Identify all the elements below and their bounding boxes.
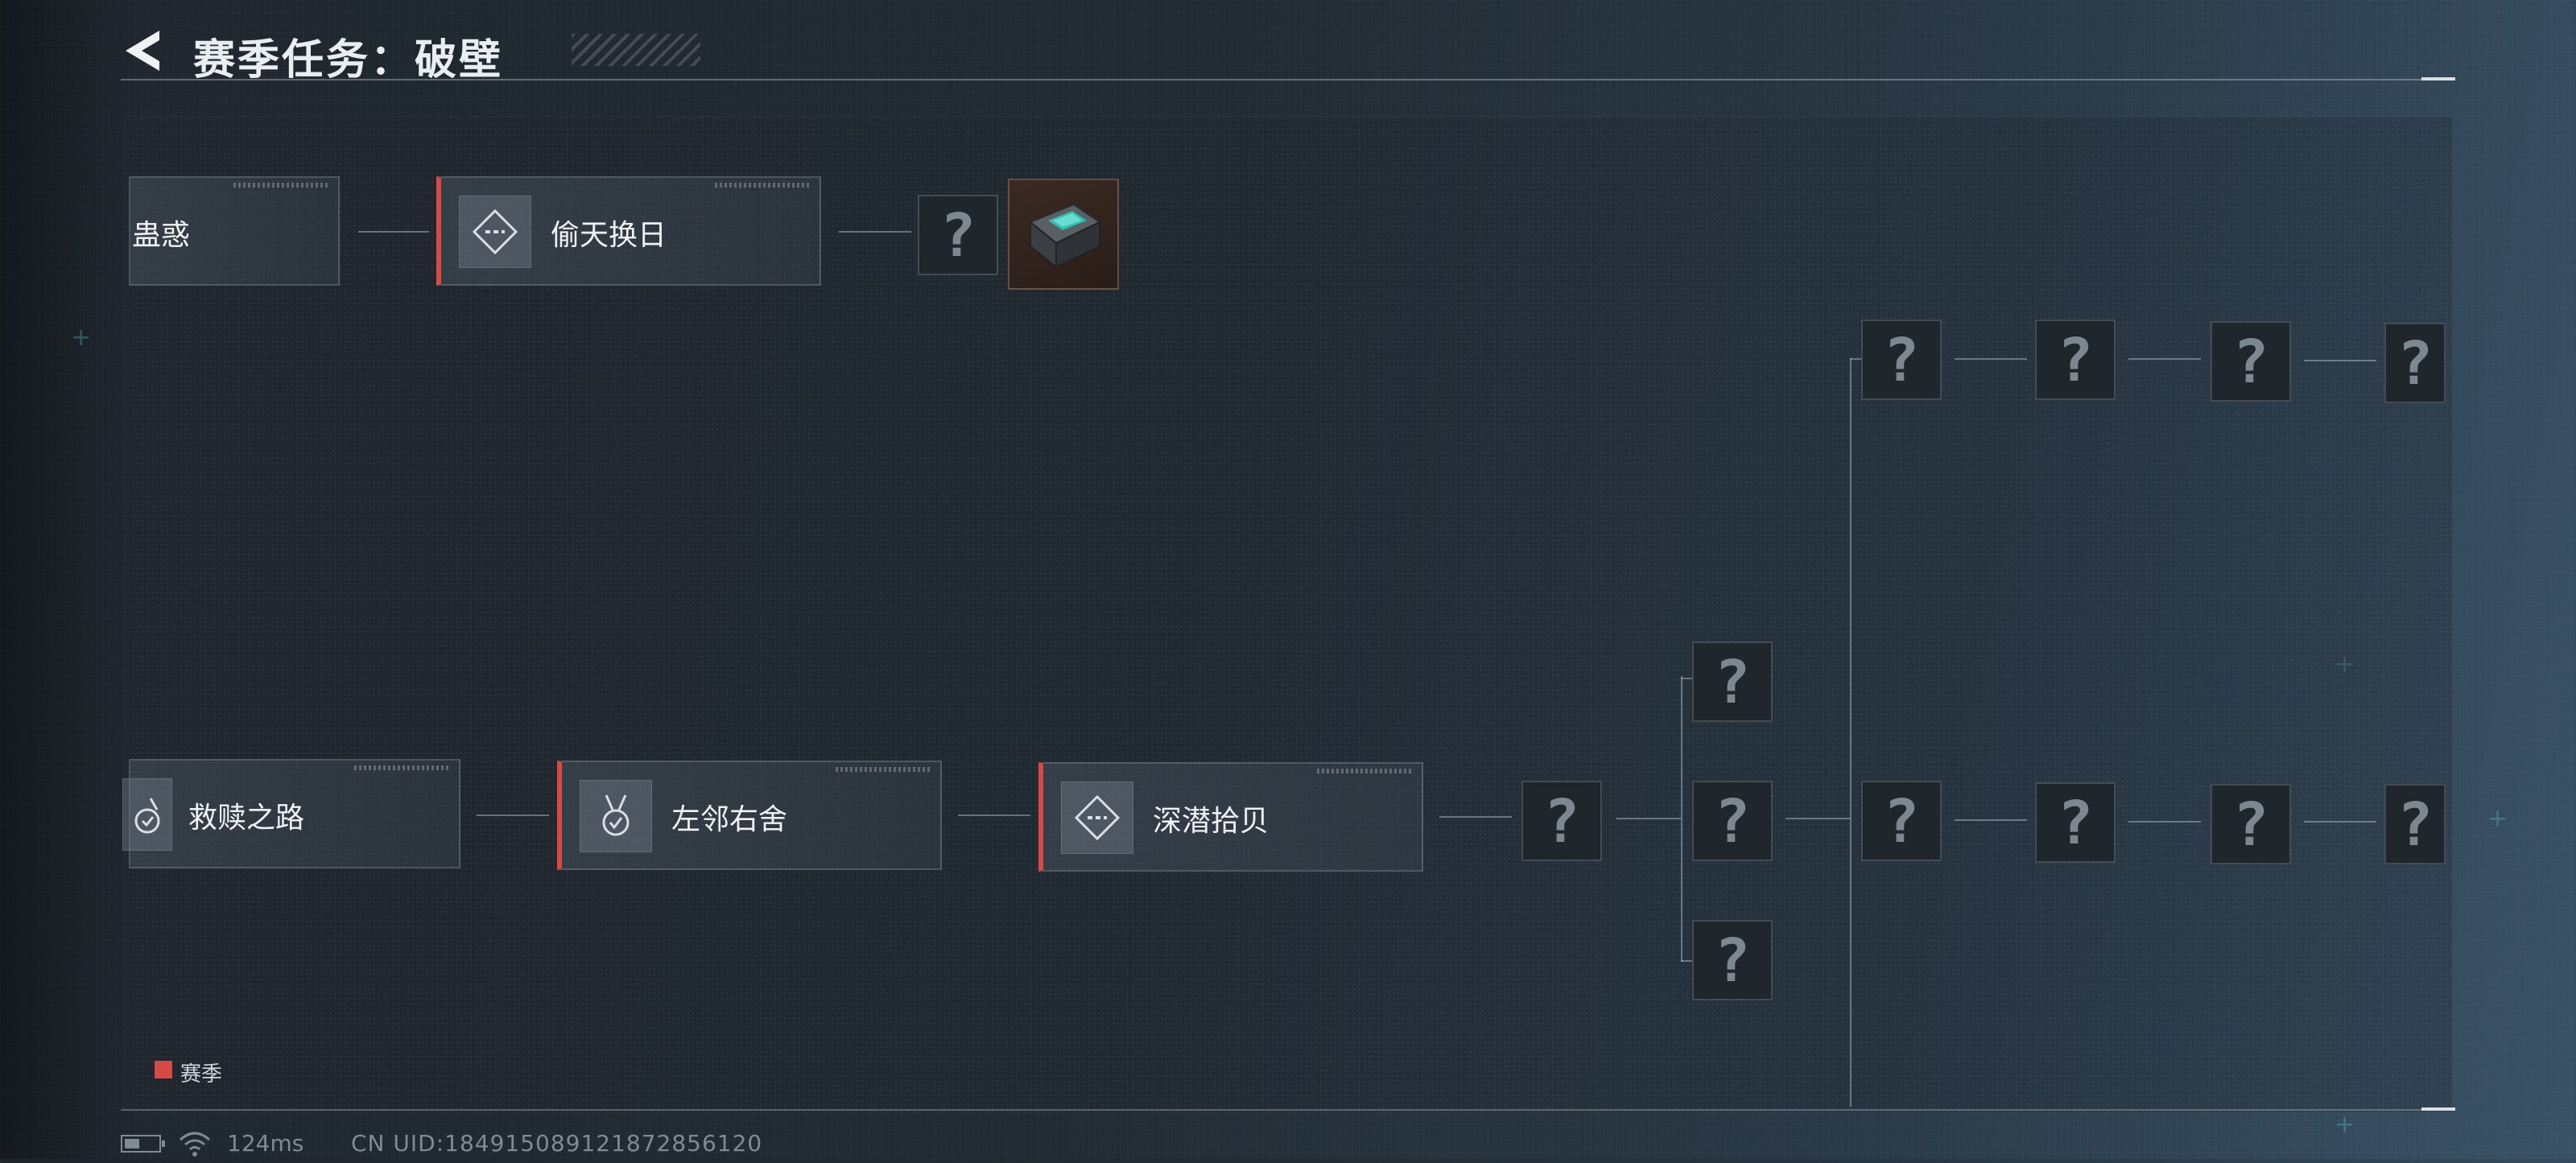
question-mark-icon: ? <box>1714 787 1751 856</box>
card-decoration <box>836 767 932 772</box>
legend-swatch <box>155 1061 172 1078</box>
card-decoration <box>233 183 330 188</box>
card-decoration <box>1317 769 1414 773</box>
diamond-dash-icon <box>1061 782 1133 854</box>
locked-quest-tile[interactable]: ? <box>1861 320 1942 400</box>
user-uid: CN UID:18491508912187285612​0 <box>351 1130 763 1157</box>
header-divider-accent <box>2421 77 2455 80</box>
ping-readout: 124ms <box>227 1130 304 1157</box>
page-header: 赛季任务：破壁 <box>121 23 2455 85</box>
quest-card-gu-huo[interactable]: 蛊惑 <box>129 176 340 286</box>
locked-reward-tile[interactable]: ? <box>918 195 998 275</box>
quest-card-tou-tian-huan-ri[interactable]: 偷天换日 <box>436 176 821 286</box>
connector-branch <box>1850 358 1852 1107</box>
title-hatch-decoration <box>572 34 700 66</box>
question-mark-icon: ? <box>1543 787 1580 856</box>
left-vignette <box>0 0 137 1159</box>
card-decoration <box>715 183 811 188</box>
connector <box>477 815 549 816</box>
question-mark-icon: ? <box>2232 790 2269 860</box>
quest-label: 蛊惑 <box>132 219 191 252</box>
question-mark-icon: ? <box>1883 787 1920 856</box>
locked-quest-tile[interactable]: ? <box>1861 781 1942 861</box>
footer-divider-accent <box>2421 1107 2455 1111</box>
question-mark-icon: ? <box>2232 328 2269 397</box>
locked-quest-tile[interactable]: ? <box>1692 781 1773 861</box>
connector <box>1616 818 1681 819</box>
question-mark-icon: ? <box>2396 790 2434 860</box>
back-arrow-icon[interactable] <box>121 27 167 74</box>
quest-card-jiu-shu-zhi-lu[interactable]: 救赎之路 <box>122 759 460 868</box>
question-mark-icon: ? <box>1883 326 1920 395</box>
diamond-dash-icon <box>459 196 531 268</box>
connector <box>1955 819 2027 821</box>
medal-check-icon <box>122 778 172 851</box>
wifi-icon <box>179 1130 211 1163</box>
question-mark-icon: ? <box>2057 789 2094 858</box>
locked-quest-tile[interactable]: ? <box>2035 320 2116 400</box>
card-decoration <box>354 765 451 770</box>
connector <box>2304 360 2376 361</box>
page-title: 赛季任务：破壁 <box>193 36 504 85</box>
quest-card-zuo-lin-you-she[interactable]: 左邻右舍 <box>557 761 942 870</box>
connector <box>2128 358 2201 360</box>
quest-label: 救赎之路 <box>188 802 305 835</box>
reward-item-tile[interactable] <box>1008 179 1119 290</box>
locked-quest-tile[interactable]: ? <box>2035 782 2116 863</box>
equipment-case-icon <box>1029 203 1101 270</box>
locked-quest-tile[interactable]: ? <box>2211 321 2291 402</box>
question-mark-icon: ? <box>2396 329 2434 398</box>
locked-quest-tile[interactable]: ? <box>2384 784 2446 864</box>
connector <box>1439 816 1512 818</box>
connector <box>1785 818 1850 819</box>
header-divider <box>121 79 2455 80</box>
decor-plus-icon: + <box>2487 805 2508 833</box>
decor-plus-icon: + <box>71 324 92 352</box>
decor-plus-icon: + <box>2334 1111 2355 1139</box>
connector <box>358 231 429 233</box>
footer-divider <box>121 1109 2455 1111</box>
locked-quest-tile[interactable]: ? <box>2211 784 2291 864</box>
connector <box>2128 821 2201 823</box>
quest-label: 深潜拾贝 <box>1153 805 1269 838</box>
locked-quest-tile[interactable]: ? <box>1521 781 1602 861</box>
connector-branch <box>1681 676 1682 962</box>
medal-check-icon <box>580 780 652 852</box>
quest-label: 左邻右舍 <box>671 803 788 836</box>
connector <box>958 815 1030 816</box>
connector <box>2304 821 2376 823</box>
legend-label: 赛季 <box>180 1062 223 1087</box>
quest-label: 偷天换日 <box>551 219 667 252</box>
locked-quest-tile[interactable]: ? <box>1692 641 1773 722</box>
connector <box>1850 358 1861 360</box>
connector <box>1955 358 2027 360</box>
locked-quest-tile[interactable]: ? <box>1692 920 1773 1000</box>
connector <box>839 231 911 233</box>
quest-card-shen-qian-shi-bei[interactable]: 深潜拾贝 <box>1038 762 1423 872</box>
connector <box>1681 960 1692 962</box>
locked-quest-tile[interactable]: ? <box>2384 323 2446 403</box>
question-mark-icon: ? <box>2057 326 2094 395</box>
connector <box>1681 678 1692 679</box>
question-mark-icon: ? <box>1714 648 1751 717</box>
battery-icon <box>121 1135 165 1153</box>
question-mark-icon: ? <box>1714 926 1751 996</box>
question-mark-icon: ? <box>939 201 976 270</box>
